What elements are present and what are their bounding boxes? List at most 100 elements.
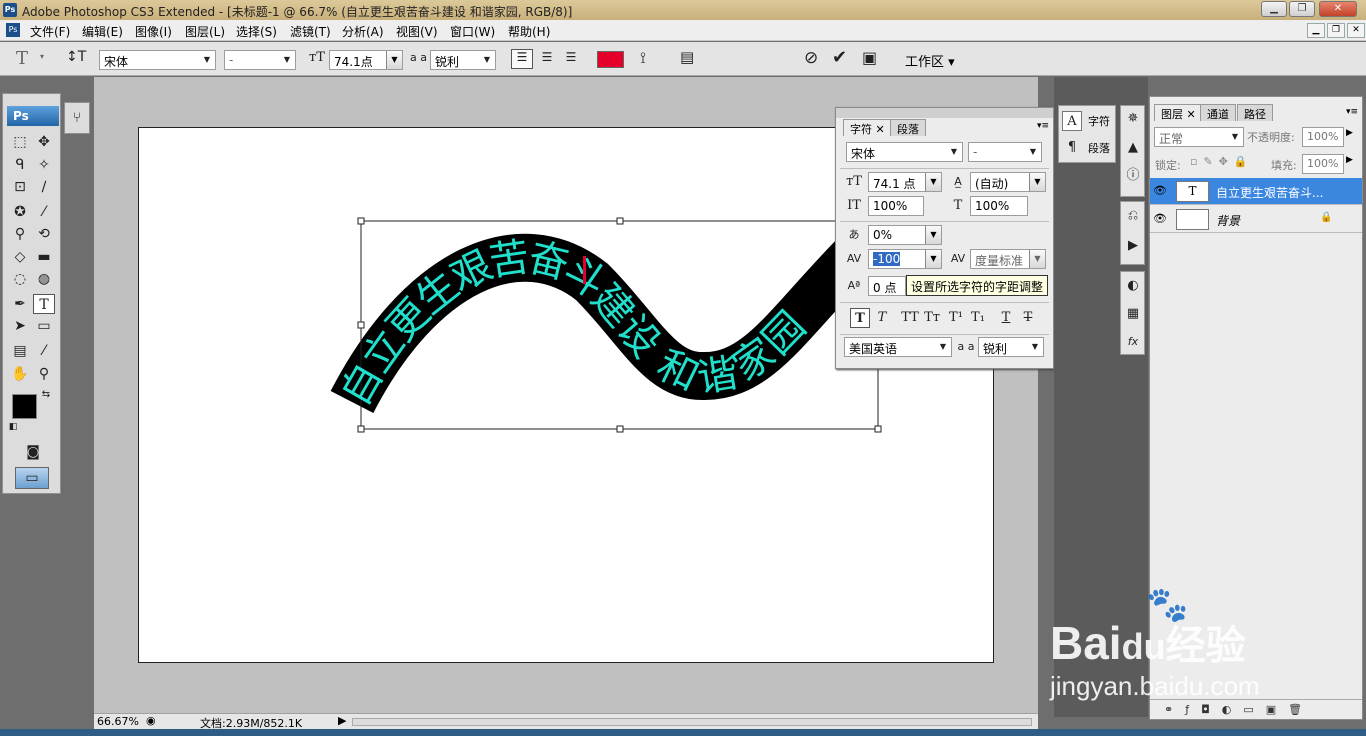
move-tool-icon[interactable]: ✥ [33, 132, 55, 152]
separator [840, 334, 1049, 335]
swap-colors-icon[interactable]: ⇆ [39, 388, 53, 402]
transform-handle-br[interactable] [874, 425, 882, 433]
transform-handle-l[interactable] [357, 321, 365, 329]
opacity-input[interactable]: 100% [1302, 127, 1344, 147]
char-horizontal-scale[interactable]: 100% [970, 196, 1028, 216]
superscript-icon[interactable]: T¹ [946, 308, 966, 328]
char-font-family[interactable]: 宋体 ▼ [846, 142, 963, 162]
dock-paragraph-label[interactable]: 段落 [1088, 140, 1110, 156]
horizontal-scrollbar[interactable] [352, 718, 1032, 726]
subscript-icon[interactable]: T₁ [968, 308, 988, 328]
tab-paragraph[interactable]: 段落 [890, 119, 926, 136]
paragraph-panel-icon[interactable]: ¶ [1062, 138, 1082, 158]
strikethrough-icon[interactable]: T [1018, 308, 1038, 328]
dodge-tool-icon[interactable]: ◍ [33, 269, 55, 289]
crop-tool-icon[interactable]: ⊡ [9, 177, 31, 197]
char-antialias[interactable]: 锐利 ▼ [978, 337, 1044, 357]
tab-layers[interactable]: 图层 ✕ [1154, 104, 1203, 121]
layer-row-background[interactable]: 👁 背景 🔒 [1150, 206, 1362, 233]
small-caps-icon[interactable]: Tт [922, 308, 942, 328]
lock-label: 锁定: [1155, 159, 1181, 172]
transform-handle-bl[interactable] [357, 425, 365, 433]
separator [840, 168, 1049, 169]
layers-panel-menu-icon[interactable]: ▾≡ [1346, 107, 1358, 117]
tool-presets-icon[interactable]: ⑂ [66, 108, 88, 128]
char-tracking[interactable]: -100 ▼ [868, 249, 942, 269]
character-panel-icon[interactable]: A [1062, 111, 1082, 131]
slice-tool-icon[interactable]: ∕ [33, 177, 55, 197]
zoom-tool-icon[interactable]: ⚲ [33, 364, 55, 384]
tab-character[interactable]: 字符 ✕ [843, 119, 892, 136]
lasso-tool-icon[interactable]: ᑫ [9, 155, 31, 175]
char-tsume[interactable]: 0% ▼ [868, 225, 942, 245]
healing-brush-icon[interactable]: ✪ [9, 202, 31, 222]
quick-mask-icon[interactable]: ◙ [21, 442, 45, 462]
actions-icon[interactable]: ▶ [1123, 236, 1143, 256]
histogram-icon[interactable]: ▲ [1123, 138, 1143, 158]
layers-footer-icons[interactable]: ⚭ƒ◘◐▭▣🗑 [1150, 699, 1362, 719]
visibility-eye-icon[interactable]: 👁 [1153, 184, 1167, 198]
blend-mode-select[interactable]: 正常 ▼ [1154, 127, 1244, 147]
transform-handle-tl[interactable] [357, 217, 365, 225]
char-vertical-scale[interactable]: 100% [868, 196, 924, 216]
eraser-tool-icon[interactable]: ◇ [9, 247, 31, 267]
layer-name[interactable]: 背景 [1216, 212, 1240, 229]
type-tool-icon[interactable]: T [33, 294, 55, 314]
layers-panel: 图层 ✕ 通道 路径 ▾≡ 正常 ▼ 不透明度: 100% ▶ 锁定: ▫✎✥🔒 … [1149, 96, 1363, 720]
navigator-icon[interactable]: ✵ [1123, 109, 1143, 129]
pen-tool-icon[interactable]: ✒ [9, 294, 31, 314]
layer-row-text[interactable]: 👁 T 自立更生艰苦奋斗... [1150, 178, 1362, 205]
all-caps-icon[interactable]: TT [900, 308, 920, 328]
marquee-tool-icon[interactable]: ⬚ [9, 132, 31, 152]
opacity-slider-icon[interactable]: ▶ [1346, 128, 1353, 138]
brush-tool-icon[interactable]: ⁄ [33, 202, 55, 222]
transform-handle-b[interactable] [616, 425, 624, 433]
fill-slider-icon[interactable]: ▶ [1346, 155, 1353, 165]
underline-icon[interactable]: T [996, 308, 1016, 328]
screen-mode-icon[interactable]: ▭ [15, 467, 49, 489]
default-colors-icon[interactable]: ◧ [7, 421, 19, 433]
zoom-level[interactable]: 66.67% [97, 715, 139, 728]
tab-channels[interactable]: 通道 [1200, 104, 1236, 121]
shape-tool-icon[interactable]: ▭ [33, 316, 55, 336]
char-baseline-shift[interactable]: 0 点 [868, 276, 906, 296]
char-font-style[interactable]: - ▼ [968, 142, 1042, 162]
layer-thumbnail-background [1176, 209, 1209, 230]
char-leading[interactable]: (自动) ▼ [970, 172, 1046, 192]
fx-icon[interactable]: fx [1123, 332, 1143, 352]
panel-header[interactable] [836, 108, 1053, 118]
status-menu-icon[interactable]: ◉ [146, 714, 156, 727]
swatches-icon[interactable]: ◐ [1123, 276, 1143, 296]
history-icon[interactable]: ⎌ [1123, 206, 1143, 226]
tab-paths[interactable]: 路径 [1237, 104, 1273, 121]
eyedropper-icon[interactable]: ⁄ [33, 341, 55, 361]
faux-italic-icon[interactable]: T [872, 308, 892, 328]
gradient-tool-icon[interactable]: ▬ [33, 247, 55, 267]
path-selection-icon[interactable]: ➤ [9, 316, 31, 336]
status-arrow-icon[interactable]: ▶ [338, 714, 348, 727]
fill-input[interactable]: 100% [1302, 154, 1344, 174]
clone-stamp-icon[interactable]: ⚲ [9, 224, 31, 244]
char-font-size[interactable]: 74.1 点 ▼ [868, 172, 942, 192]
separator [840, 221, 1049, 222]
char-kerning[interactable]: 度量标准 ▼ [970, 249, 1046, 269]
hand-tool-icon[interactable]: ✋ [9, 364, 31, 384]
styles-icon[interactable]: ▦ [1123, 304, 1143, 324]
transform-handle-t[interactable] [616, 217, 624, 225]
lock-icons[interactable]: ▫✎✥🔒 [1190, 155, 1254, 168]
panel-menu-icon[interactable]: ▾≡ [1037, 121, 1049, 131]
history-brush-icon[interactable]: ⟲ [33, 224, 55, 244]
photoshop-logo[interactable]: Ps [7, 106, 59, 126]
visibility-eye-icon[interactable]: 👁 [1153, 212, 1167, 226]
info-icon[interactable]: ⓘ [1123, 166, 1143, 186]
dock-character-label[interactable]: 字符 [1088, 113, 1110, 129]
foreground-color-swatch[interactable] [12, 394, 37, 419]
dock-group-2: ⎌ ▶ [1120, 201, 1145, 265]
layer-lock-icon: 🔒 [1320, 212, 1333, 223]
blur-tool-icon[interactable]: ◌ [9, 269, 31, 289]
char-language[interactable]: 美国英语 ▼ [844, 337, 952, 357]
magic-wand-icon[interactable]: ✧ [33, 155, 55, 175]
notes-tool-icon[interactable]: ▤ [9, 341, 31, 361]
faux-bold-icon[interactable]: T [850, 308, 870, 328]
layer-name[interactable]: 自立更生艰苦奋斗... [1216, 184, 1323, 201]
